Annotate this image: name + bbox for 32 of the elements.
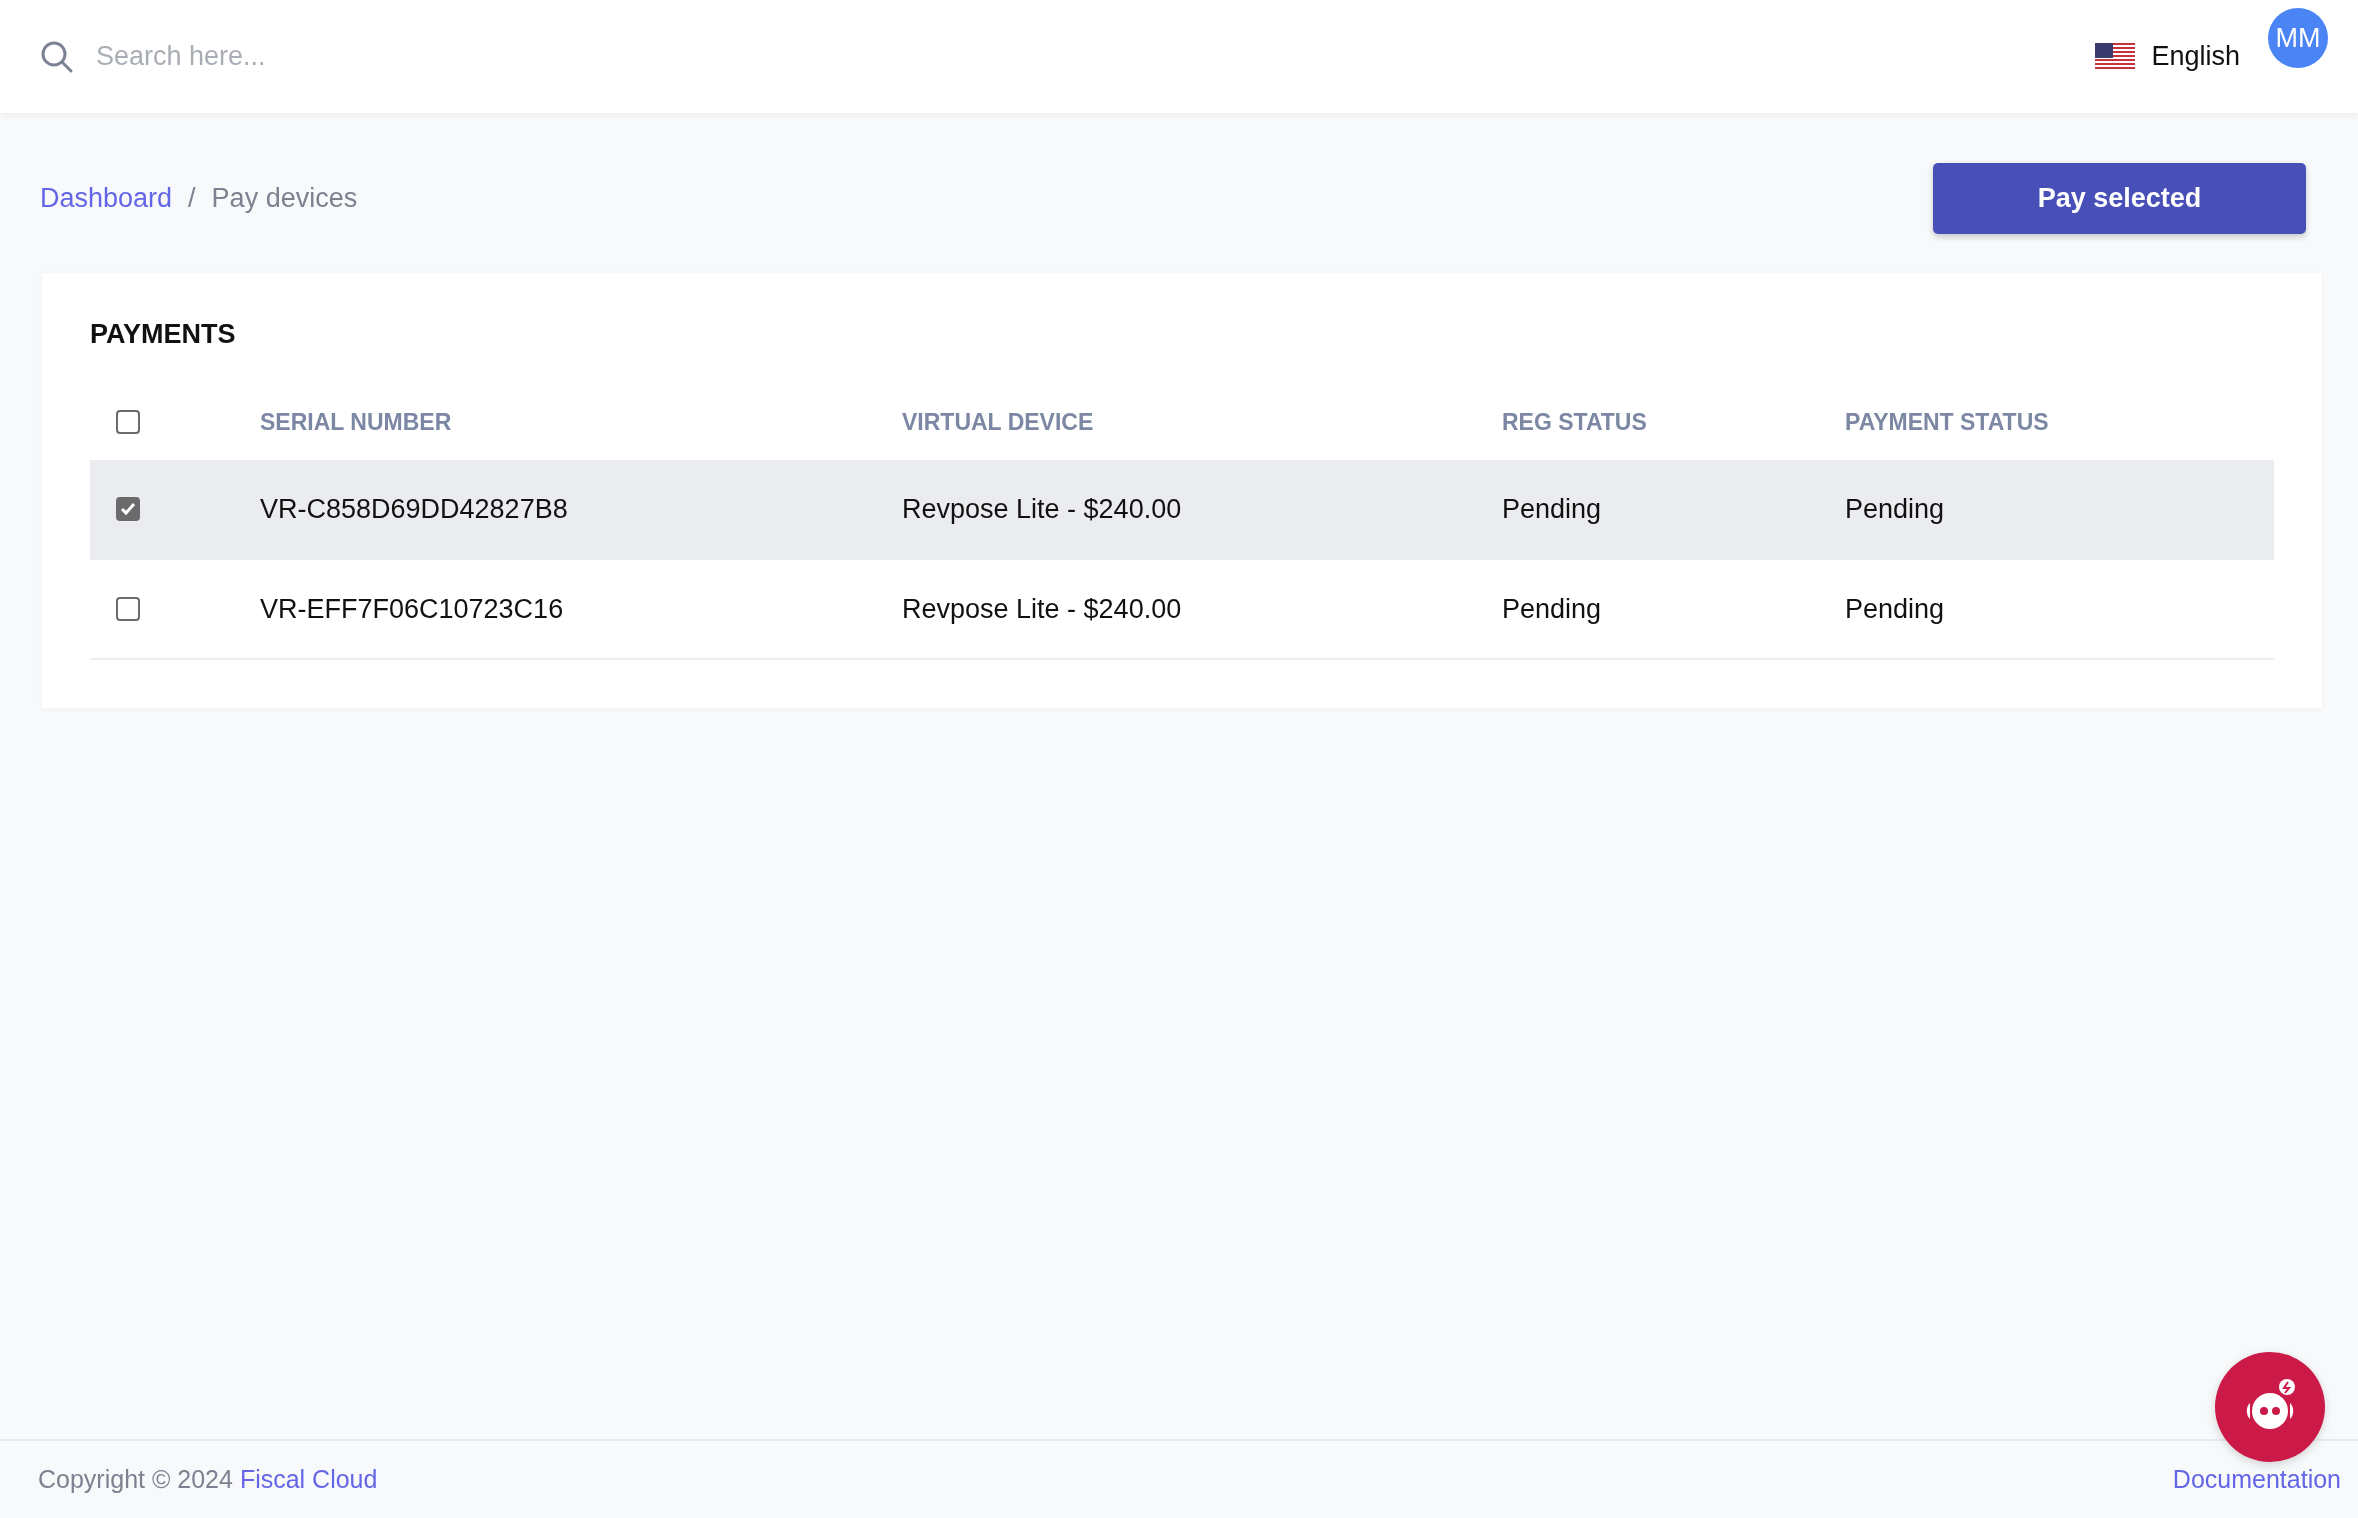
card-title: PAYMENTS <box>90 319 237 350</box>
pay-selected-button[interactable]: Pay selected <box>1933 163 2306 234</box>
table-cell: Pending <box>1845 593 1945 624</box>
copyright-text: Copyright © 2024 <box>38 1465 233 1493</box>
table-cell: VR-EFF7F06C10723C16 <box>260 593 564 624</box>
company-link[interactable]: Fiscal Cloud <box>239 1465 378 1493</box>
table-row[interactable]: VR-EFF7F06C10723C16 Revpose Lite - $240.00 Pending Pending <box>90 559 2274 659</box>
search-field[interactable]: Search here... <box>94 40 698 73</box>
table-cell: Pending <box>1502 493 1602 524</box>
column-header: REG STATUS <box>1502 408 1647 435</box>
table-cell: VR-C858D69DD42827B8 <box>260 493 568 524</box>
checkbox[interactable] <box>116 410 140 434</box>
column-header: VIRTUAL DEVICE <box>902 408 1094 435</box>
user-avatar[interactable]: MM <box>2268 8 2328 68</box>
table-row[interactable]: VR-C858D69DD42827B8 Revpose Lite - $240.00 Pending Pending <box>90 460 2274 559</box>
table-cell: Pending <box>1502 593 1602 624</box>
table-cell: Revpose Lite - $240.00 <box>902 593 1182 624</box>
column-header: SERIAL NUMBER <box>260 408 452 435</box>
search-icon[interactable] <box>40 39 74 74</box>
table-cell: Revpose Lite - $240.00 <box>902 493 1182 524</box>
column-header: PAYMENT STATUS <box>1845 408 2049 435</box>
breadcrumb-current: Pay devices <box>211 183 358 214</box>
checkbox[interactable] <box>116 497 140 521</box>
flag-icon <box>2095 42 2136 71</box>
checkmark-icon <box>120 502 136 516</box>
breadcrumb-link[interactable]: Dashboard <box>40 183 173 214</box>
documentation-link[interactable]: Documentation <box>2172 1465 2341 1494</box>
table-cell: Pending <box>1845 493 1945 524</box>
checkbox[interactable] <box>116 597 140 621</box>
language-label[interactable]: English <box>2151 41 2240 72</box>
chat-button[interactable] <box>2215 1352 2325 1462</box>
breadcrumb-separator: / <box>188 183 196 214</box>
